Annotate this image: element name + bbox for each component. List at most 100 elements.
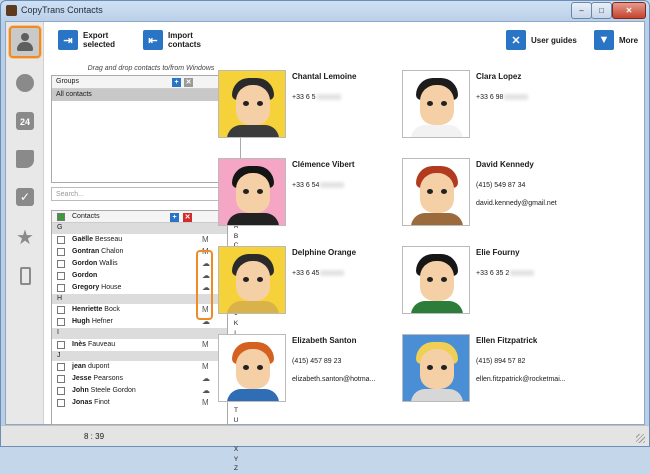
contact-checkbox[interactable] — [57, 340, 65, 349]
avatar-eye — [427, 365, 433, 370]
avatar-eye — [441, 189, 447, 194]
section-header-i: I — [52, 328, 227, 339]
avatar-eye — [243, 101, 249, 106]
messages-nav-button[interactable] — [9, 67, 41, 99]
add-group-icon[interactable]: + — [172, 78, 181, 87]
contact-email: david.kennedy@gmail.net — [476, 200, 557, 207]
contact-name: Elizabeth Santon — [292, 336, 357, 345]
contact-checkbox[interactable] — [57, 235, 65, 244]
contact-last-name: Chalon — [99, 247, 124, 255]
contact-phone: +33 6 54 — [292, 182, 345, 189]
contact-last-name: Wallis — [97, 259, 118, 267]
alpha-letter-y[interactable]: Y — [230, 455, 242, 465]
title-bar: CopyTrans Contacts – □ ✕ — [1, 1, 649, 21]
contact-phone-text: +33 6 5 — [292, 94, 316, 101]
minimize-button[interactable]: – — [571, 2, 592, 19]
avatar-eye — [243, 277, 249, 282]
contact-name: David Kennedy — [476, 160, 534, 169]
contacts-nav-button[interactable] — [9, 26, 41, 58]
contact-row[interactable]: Gaëlle Besseau M — [52, 234, 227, 246]
alpha-letter-k[interactable]: K — [230, 319, 242, 329]
contact-row[interactable]: jean dupont M — [52, 361, 227, 373]
avatar-eye — [427, 101, 433, 106]
contact-avatar — [402, 246, 470, 314]
tools-icon: ✕ — [506, 30, 526, 50]
resize-grip[interactable] — [636, 434, 645, 443]
contact-first-name: Gordon — [72, 259, 98, 267]
contact-avatar — [218, 158, 286, 226]
contact-checkbox[interactable] — [57, 375, 65, 383]
contacts-list-header: Contacts + ✕ — [52, 211, 227, 223]
status-bar: 8 : 39 — [1, 425, 649, 446]
contact-checkbox[interactable] — [57, 247, 65, 256]
contact-last-name: Finot — [92, 399, 110, 406]
contact-last-name: House — [99, 283, 122, 291]
app-icon — [6, 5, 17, 16]
contact-phone: (415) 549 87 34 — [476, 182, 525, 189]
maximize-button[interactable]: □ — [591, 2, 612, 19]
device-nav-button[interactable] — [9, 260, 41, 292]
contact-name: Chantal Lemoine — [292, 72, 357, 81]
avatar-face — [420, 85, 454, 125]
alpha-letter-x[interactable]: X — [230, 445, 242, 455]
search-input[interactable]: Search... — [51, 187, 229, 201]
contact-checkbox[interactable] — [57, 259, 65, 268]
redacted-digits — [316, 94, 341, 101]
more-button[interactable]: ▼ More — [594, 30, 647, 50]
alpha-letter-b[interactable]: B — [230, 232, 242, 242]
contact-checkbox[interactable] — [57, 387, 65, 395]
import-label: Import contacts — [168, 31, 201, 49]
contact-row[interactable]: Jonas Finot M — [52, 397, 227, 409]
contact-phone-text: +33 6 98 — [476, 94, 504, 101]
star-icon: ★ — [16, 227, 34, 249]
add-contact-icon[interactable]: + — [170, 213, 179, 222]
notes-nav-button[interactable] — [9, 143, 41, 175]
user-guides-button[interactable]: ✕ User guides — [506, 30, 581, 50]
contact-first-name: Gaëlle — [72, 235, 94, 243]
contact-first-name: jean — [72, 363, 87, 370]
delete-group-icon[interactable]: ✕ — [184, 78, 193, 87]
import-contacts-button[interactable]: ⇤ Import contacts — [143, 30, 218, 50]
contact-checkbox[interactable] — [57, 306, 65, 314]
contact-last-name: Bock — [102, 306, 120, 313]
avatar-eye — [243, 189, 249, 194]
alpha-letter-z[interactable]: Z — [230, 464, 242, 474]
app-window: CopyTrans Contacts – □ ✕ 24 ✓ ★ ⇥ Export… — [0, 0, 650, 472]
gmail-icon: M — [202, 234, 209, 244]
contact-checkbox[interactable] — [57, 318, 65, 326]
chat-bubble-icon — [16, 74, 34, 92]
contact-first-name: Gordon — [72, 271, 98, 279]
group-item-all-contacts[interactable]: All contacts — [52, 89, 240, 101]
avatar-face — [236, 85, 270, 125]
calendar-nav-button[interactable]: 24 — [9, 105, 41, 137]
redacted-digits — [320, 182, 345, 189]
export-selected-button[interactable]: ⇥ Export selected — [58, 30, 133, 50]
select-all-checkbox[interactable] — [57, 213, 65, 221]
contact-last-name: Steele Gordon — [88, 387, 136, 394]
avatar-face — [420, 349, 454, 389]
alpha-letter-u[interactable]: U — [230, 416, 242, 426]
contact-email: elizabeth.santon@hotma... — [292, 376, 376, 383]
contact-checkbox[interactable] — [57, 363, 65, 371]
contact-checkbox[interactable] — [57, 399, 65, 407]
alpha-letter-t[interactable]: T — [230, 406, 242, 416]
avatar-face — [236, 173, 270, 213]
contact-phone-text: (415) 549 87 34 — [476, 182, 526, 189]
contact-avatar — [218, 246, 286, 314]
contact-row[interactable]: Jesse Pearsons ☁ — [52, 373, 227, 385]
contact-last-name: Fauveau — [86, 340, 116, 348]
contact-checkbox[interactable] — [57, 271, 65, 280]
contact-checkbox[interactable] — [57, 283, 65, 292]
avatar-face — [420, 261, 454, 301]
tasks-nav-button[interactable]: ✓ — [9, 181, 41, 213]
avatar-eye — [427, 277, 433, 282]
avatar-eye — [257, 277, 263, 282]
contact-avatar — [218, 70, 286, 138]
contact-row[interactable]: Inès Fauveau M — [52, 339, 227, 351]
delete-contact-icon[interactable]: ✕ — [183, 213, 192, 222]
contact-phone-text: (415) 894 57 82 — [476, 358, 526, 365]
close-button[interactable]: ✕ — [612, 2, 646, 19]
favorites-nav-button[interactable]: ★ — [9, 222, 41, 254]
gmail-icon: M — [202, 398, 209, 407]
contact-row[interactable]: John Steele Gordon ☁ — [52, 385, 227, 397]
